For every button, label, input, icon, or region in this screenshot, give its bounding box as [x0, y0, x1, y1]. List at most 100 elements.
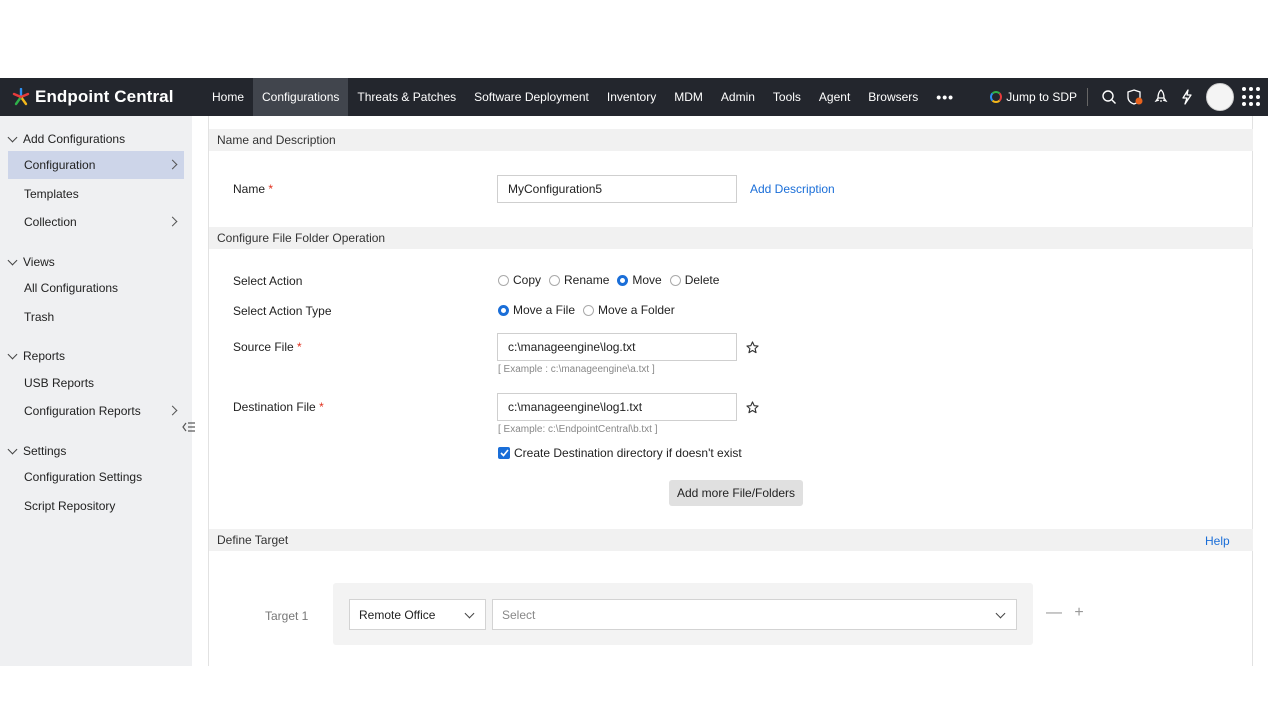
sidebar-item-script-repository[interactable]: Script Repository [8, 492, 184, 520]
nav-threats-patches[interactable]: Threats & Patches [348, 78, 465, 116]
radio-circle-selected [498, 304, 509, 316]
add-description-link[interactable]: Add Description [750, 182, 835, 196]
source-file-hint: [ Example : c:\manageengine\a.txt ] [498, 364, 655, 375]
create-directory-label: Create Destination directory if doesn't … [514, 446, 742, 460]
source-file-input[interactable] [497, 333, 737, 361]
user-avatar[interactable] [1206, 83, 1234, 111]
sdp-icon [990, 91, 1003, 103]
shield-icon[interactable] [1122, 78, 1148, 116]
sidebar-item-label: All Configurations [24, 281, 119, 295]
sidebar-item-all-configurations[interactable]: All Configurations [8, 274, 184, 302]
nav-mdm[interactable]: MDM [665, 78, 712, 116]
radio-label: Rename [564, 273, 610, 287]
sidebar-section-add-configurations[interactable]: Add Configurations [7, 132, 126, 146]
radio-move[interactable]: Move [617, 273, 662, 287]
radio-label: Delete [684, 273, 720, 287]
lightning-icon[interactable] [1174, 78, 1200, 116]
checkbox-checked-icon[interactable] [498, 447, 510, 459]
endpoint-central-logo-icon [12, 87, 30, 106]
create-directory-checkbox-row[interactable]: Create Destination directory if doesn't … [498, 446, 742, 460]
sidebar-item-label: Script Repository [24, 499, 116, 513]
nav-browsers[interactable]: Browsers [859, 78, 927, 116]
nav-configurations[interactable]: Configurations [253, 78, 349, 116]
radio-move-a-folder[interactable]: Move a Folder [583, 303, 675, 317]
source-file-label-text: Source File [233, 340, 294, 354]
destination-file-hint: [ Example: c:\EndpointCentral\b.txt ] [498, 424, 658, 435]
action-type-radio-group: Move a File Move a Folder [498, 303, 683, 317]
search-icon[interactable] [1096, 78, 1122, 116]
chevron-down-icon [995, 608, 1006, 619]
nav-more-icon[interactable]: ••• [927, 78, 963, 116]
chevron-down-icon [7, 444, 18, 455]
add-target-button[interactable]: + [1071, 604, 1087, 621]
main-content: Name and Description Name * Add Descript… [208, 116, 1253, 666]
name-label-text: Name [233, 182, 266, 196]
action-radio-group: Copy Rename Move Delete [498, 273, 727, 287]
brand-logo[interactable]: Endpoint Central [12, 78, 174, 116]
name-input[interactable] [497, 175, 737, 203]
required-mark: * [319, 400, 324, 414]
select-action-label: Select Action [233, 274, 303, 288]
nav-inventory[interactable]: Inventory [598, 78, 665, 116]
radio-circle [669, 274, 681, 286]
nav-home[interactable]: Home [203, 78, 253, 116]
chevron-right-icon [167, 216, 178, 227]
destination-file-input[interactable] [497, 393, 737, 421]
nav-agent[interactable]: Agent [810, 78, 859, 116]
select-action-type-label: Select Action Type [233, 304, 332, 318]
sidebar-section-reports[interactable]: Reports [7, 349, 65, 363]
destination-file-label-text: Destination File [233, 400, 316, 414]
radio-label: Move a File [513, 303, 576, 317]
radio-rename[interactable]: Rename [549, 273, 609, 287]
chevron-right-icon [167, 159, 178, 170]
section-file-folder-operation: Configure File Folder Operation [209, 227, 1253, 249]
chevron-down-icon [7, 255, 18, 266]
chevron-down-icon [7, 132, 18, 143]
radio-circle [583, 304, 595, 316]
target-type-select[interactable]: Remote Office [349, 599, 486, 630]
chevron-down-icon [464, 608, 475, 619]
jump-to-sdp-link[interactable]: Jump to SDP [990, 90, 1077, 104]
sidebar-item-label: Configuration Settings [24, 470, 143, 484]
sidebar-item-configuration-settings[interactable]: Configuration Settings [8, 463, 184, 491]
destination-file-label: Destination File * [233, 400, 324, 414]
radio-delete[interactable]: Delete [669, 273, 720, 287]
sidebar-item-collection[interactable]: Collection [8, 208, 184, 236]
target-select[interactable]: Select [492, 599, 1017, 630]
radio-label: Copy [513, 273, 542, 287]
sidebar-section-settings[interactable]: Settings [7, 444, 67, 458]
sidebar-item-label: Collection [24, 215, 77, 229]
sidebar-item-configuration[interactable]: Configuration [8, 151, 184, 179]
nav-admin[interactable]: Admin [712, 78, 764, 116]
sidebar-section-title: Add Configurations [23, 132, 126, 146]
sidebar-item-trash[interactable]: Trash [8, 303, 184, 331]
sidebar-item-label: Templates [24, 187, 79, 201]
target-row-label: Target 1 [265, 609, 309, 623]
sidebar-item-usb-reports[interactable]: USB Reports [8, 369, 184, 397]
target-select-placeholder: Select [502, 607, 536, 622]
radio-circle-selected [617, 274, 629, 286]
radio-label: Move [632, 273, 662, 287]
star-icon[interactable] [745, 400, 759, 414]
add-more-files-button[interactable]: Add more File/Folders [669, 480, 804, 506]
radio-circle [498, 274, 509, 286]
sidebar-section-title: Settings [23, 444, 67, 458]
nav-tools[interactable]: Tools [764, 78, 810, 116]
name-label: Name * [233, 182, 273, 196]
apps-grid-icon[interactable] [1242, 87, 1262, 107]
sidebar-item-label: USB Reports [24, 376, 95, 390]
collapse-sidebar-icon[interactable] [180, 418, 198, 436]
radio-copy[interactable]: Copy [498, 273, 541, 287]
help-link[interactable]: Help [1205, 534, 1230, 548]
top-right-tools: Jump to SDP [990, 78, 1268, 116]
brand-name: Endpoint Central [35, 87, 174, 106]
sidebar-item-templates[interactable]: Templates [8, 180, 184, 208]
nav-software-deployment[interactable]: Software Deployment [465, 78, 598, 116]
sidebar-section-views[interactable]: Views [7, 255, 55, 269]
source-file-label: Source File * [233, 340, 302, 354]
radio-move-a-file[interactable]: Move a File [498, 303, 575, 317]
remove-target-button[interactable]: — [1046, 604, 1062, 621]
sidebar-item-configuration-reports[interactable]: Configuration Reports [8, 397, 184, 425]
star-icon[interactable] [745, 340, 759, 354]
rocket-icon[interactable] [1148, 78, 1174, 116]
